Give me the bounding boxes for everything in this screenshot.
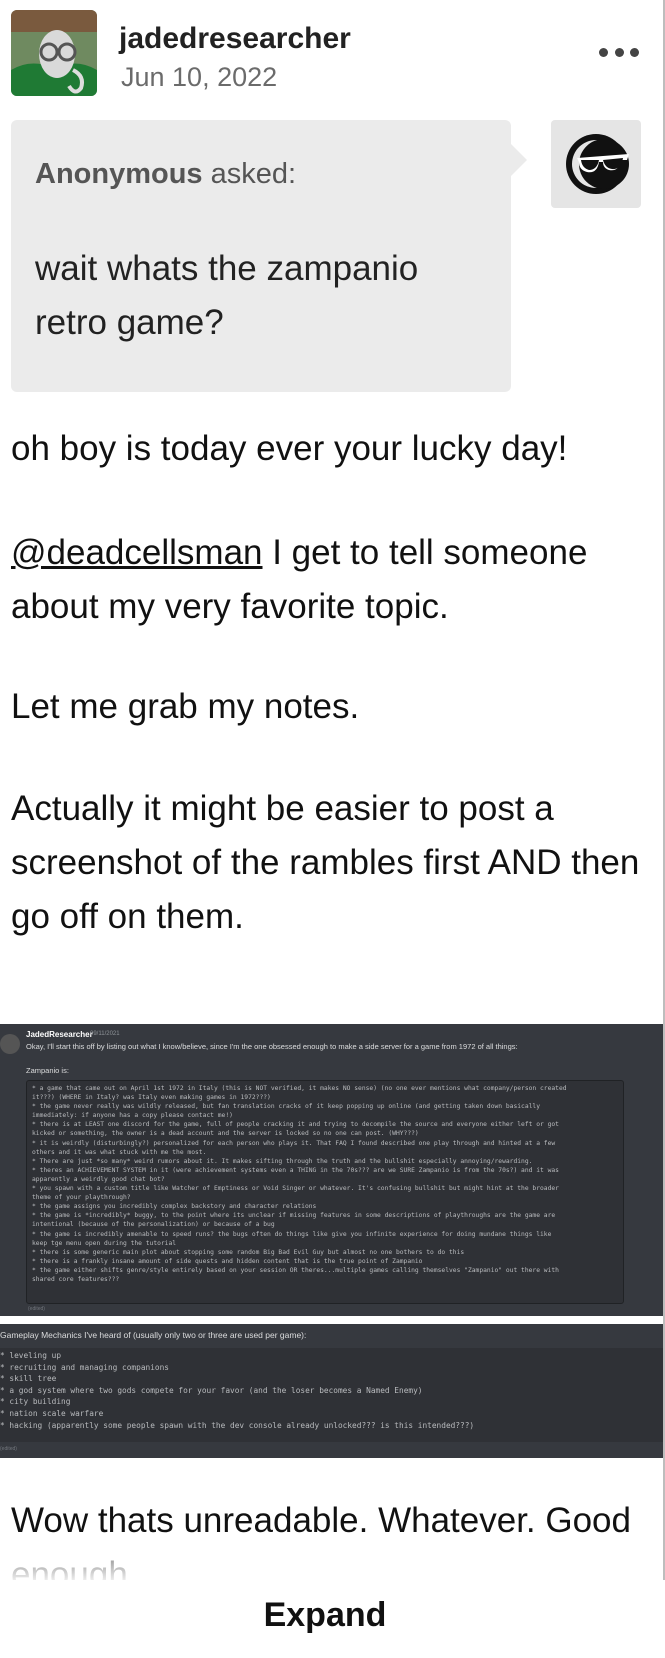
code-line: * recruiting and managing companions	[0, 1362, 169, 1372]
code-line: * theres an ACHIEVEMENT SYSTEM in it (we…	[32, 1166, 559, 1174]
fade-overlay	[0, 1536, 663, 1582]
code-line: * the game never really was wildly relea…	[32, 1103, 541, 1111]
discord-screenshot-1[interactable]: JadedResearcher 09/11/2021 Okay, I'll st…	[0, 1024, 663, 1316]
code-line: * there is a frankly insane amount of si…	[32, 1257, 423, 1265]
code-line: * a god system where two gods compete fo…	[0, 1385, 423, 1395]
code-line: * the game is incredibly amenable to spe…	[32, 1230, 552, 1238]
code-line: * you spawn with a custom title like Wat…	[32, 1185, 559, 1193]
ask-bubble: Anonymous asked: wait whats the zampanio…	[11, 120, 527, 392]
discord-date: 09/11/2021	[90, 1031, 120, 1037]
code-line: apparently a weirdly good chat bot?	[32, 1175, 165, 1183]
mention-link[interactable]: @deadcellsman	[11, 533, 263, 572]
code-line: * skill tree	[0, 1374, 57, 1384]
code-line: * city building	[0, 1397, 71, 1407]
discord-message-label: Zampanio is:	[26, 1066, 69, 1075]
blog-username[interactable]: jadedresearcher	[119, 22, 351, 56]
code-line: it???) (WHERE in Italy? was Italy even m…	[32, 1094, 271, 1102]
discord-code-block: * a game that came out on April 1st 1972…	[26, 1080, 624, 1304]
body-paragraph: @deadcellsman I get to tell someone abou…	[11, 526, 641, 634]
edited-tag: (edited)	[28, 1306, 45, 1312]
code-line: * leveling up	[0, 1351, 62, 1360]
discord-screenshot-2[interactable]: Gameplay Mechanics I've heard of (usuall…	[0, 1324, 663, 1458]
blog-avatar[interactable]	[11, 10, 97, 96]
code-line: theme of your playthrough?	[32, 1194, 131, 1202]
code-line: * the game assigns you incredibly comple…	[32, 1203, 317, 1211]
code-line: * hacking (apparently some people spawn …	[0, 1420, 475, 1430]
code-line: * the game is *incredibly* buggy, to the…	[32, 1212, 556, 1220]
ask-question: wait whats the zampanio retro game?	[35, 249, 419, 342]
code-line: * a game that came out on April 1st 1972…	[32, 1085, 567, 1092]
body-paragraph: oh boy is today ever your lucky day!	[11, 429, 568, 468]
anonymous-sunglasses-icon	[566, 134, 629, 194]
code-line: immediately: if anyone has a copy please…	[32, 1112, 233, 1120]
discord-code-block: * leveling up * recruiting and managing …	[0, 1348, 663, 1442]
code-line: * there is at LEAST one discord for the …	[32, 1121, 559, 1129]
post-page: jadedresearcher Jun 10, 2022 Anonymous a…	[0, 0, 665, 1658]
blog-avatar-image	[11, 10, 97, 96]
dot	[599, 48, 608, 57]
code-line: kicked or something, the owner is a dead…	[32, 1130, 419, 1138]
code-line: * nation scale warfare	[0, 1408, 104, 1418]
code-line: others and it was what stuck with me the…	[32, 1148, 207, 1156]
discord-message-label: Gameplay Mechanics I've heard of (usuall…	[0, 1330, 307, 1340]
ask-attribution: Anonymous asked:	[35, 158, 296, 191]
code-line: * There are just *so many* weird rumors …	[32, 1157, 533, 1165]
discord-avatar	[0, 1034, 20, 1054]
body-paragraph: Let me grab my notes.	[11, 687, 360, 726]
code-line: intentional (because of the personalizat…	[32, 1221, 275, 1229]
discord-username: JadedResearcher	[26, 1030, 93, 1039]
discord-message-text: Okay, I'll start this off by listing out…	[26, 1042, 518, 1051]
more-options-icon[interactable]	[599, 48, 639, 60]
dot	[630, 48, 639, 57]
anonymous-avatar	[551, 120, 641, 208]
post-header: jadedresearcher Jun 10, 2022	[11, 10, 651, 96]
code-line: * it is weirdly (disturbingly?) personal…	[32, 1139, 556, 1147]
asked-label: asked:	[210, 158, 297, 190]
dot	[614, 48, 624, 57]
edited-tag: (edited)	[0, 1446, 17, 1452]
post-date[interactable]: Jun 10, 2022	[121, 62, 277, 93]
body-paragraph: Actually it might be easier to post a sc…	[11, 789, 640, 936]
code-line: keep tge menu open during the tutorial	[32, 1239, 177, 1247]
asker-name: Anonymous	[35, 158, 203, 190]
expand-button[interactable]: Expand	[0, 1596, 650, 1635]
code-line: * there is some generic main plot about …	[32, 1248, 465, 1256]
code-line: shared core features???	[32, 1275, 120, 1283]
code-line: * the game either shifts genre/style ent…	[32, 1266, 559, 1274]
